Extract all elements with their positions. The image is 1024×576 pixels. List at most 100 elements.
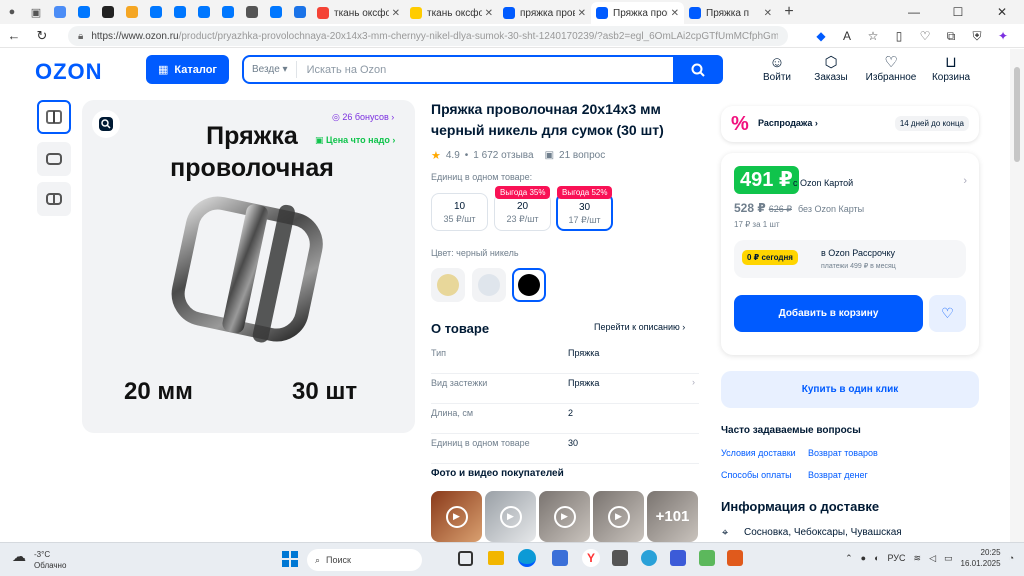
start-icon[interactable]: [282, 551, 298, 567]
taskbar-search[interactable]: ⌕ Поиск: [307, 549, 422, 571]
page-scrollbar[interactable]: [1010, 49, 1024, 542]
buyer-video-tile[interactable]: ▶: [431, 491, 482, 542]
battery-icon[interactable]: ▭: [944, 553, 953, 564]
pinned-tab[interactable]: [96, 0, 120, 24]
edge-icon[interactable]: [518, 549, 536, 567]
browser-tab[interactable]: Пряжка п ✕: [684, 2, 777, 24]
gallery-thumbnail[interactable]: [37, 182, 71, 216]
yandex-browser-icon[interactable]: Y: [582, 549, 600, 567]
buyer-video-tile[interactable]: ▶: [593, 491, 644, 542]
browser-tab[interactable]: ткань оксфорд✕: [312, 2, 405, 24]
app-icon[interactable]: [641, 550, 657, 566]
pinned-tab[interactable]: [72, 0, 96, 24]
add-to-cart-button[interactable]: Добавить в корзину: [734, 295, 923, 332]
product-main-image[interactable]: ◎ 26 бонусов › ▣ Цена что надо › Пряжка …: [82, 100, 415, 433]
chevron-up-icon[interactable]: ⌃: [845, 553, 853, 564]
buyer-video-tile[interactable]: ▶: [485, 491, 536, 542]
pinned-tab[interactable]: [240, 0, 264, 24]
search-button[interactable]: [673, 55, 723, 84]
tab-actions-icon[interactable]: ▣: [24, 0, 48, 24]
gallery-thumbnail[interactable]: [37, 142, 71, 176]
read-aloud-icon[interactable]: A: [834, 29, 860, 43]
app-icon[interactable]: [727, 550, 743, 566]
search-scope-dropdown[interactable]: Везде ▾: [244, 61, 297, 78]
split-screen-icon[interactable]: ▯: [886, 29, 912, 43]
buyer-video-tile[interactable]: ▶: [539, 491, 590, 542]
favorites-icon[interactable]: ♡: [912, 29, 938, 43]
chevron-right-icon[interactable]: ›: [692, 377, 695, 387]
header-heart-button[interactable]: ♡ Избранное: [858, 54, 924, 83]
pinned-tab[interactable]: [216, 0, 240, 24]
wifi-icon[interactable]: ≋: [914, 553, 922, 564]
app-icon[interactable]: [699, 550, 715, 566]
copilot-icon[interactable]: ✦: [990, 29, 1016, 43]
app-icon[interactable]: [670, 550, 686, 566]
profile-icon[interactable]: ●: [0, 0, 24, 24]
header-box-button[interactable]: ⬡ Заказы: [804, 54, 858, 83]
clock[interactable]: 20:25 16.01.2025: [961, 547, 1001, 569]
extension-icon[interactable]: ◆: [808, 29, 834, 43]
sale-banner[interactable]: % Распродажа › 14 дней до конца: [721, 106, 979, 142]
volume-icon[interactable]: ◁: [929, 553, 936, 564]
qty-option[interactable]: 10 35 ₽/шт: [431, 193, 488, 231]
tab-close-icon[interactable]: ✕: [485, 8, 493, 19]
favorite-star-icon[interactable]: ☆: [860, 29, 886, 43]
more-photos-tile[interactable]: +101: [647, 491, 698, 542]
pinned-tab[interactable]: [120, 0, 144, 24]
browser-tab[interactable]: пряжка провол✕: [498, 2, 591, 24]
shield-icon[interactable]: ⛨: [964, 29, 990, 44]
maximize-icon[interactable]: ☐: [936, 0, 980, 24]
back-icon[interactable]: ←: [0, 28, 28, 43]
faq-link-refund[interactable]: Возврат денег: [808, 470, 868, 480]
scrollbar-thumb[interactable]: [1014, 67, 1020, 162]
pinned-tab[interactable]: [144, 0, 168, 24]
minimize-icon[interactable]: —: [892, 0, 936, 24]
ozon-logo[interactable]: OZON: [35, 59, 103, 85]
tray-app-icon[interactable]: ◐: [874, 553, 879, 563]
pinned-tab[interactable]: [48, 0, 72, 24]
reviews-count[interactable]: 1 672 отзыва: [473, 150, 533, 161]
color-swatch[interactable]: [472, 268, 506, 302]
questions-count[interactable]: 21 вопрос: [559, 150, 605, 161]
catalog-button[interactable]: ▦ Каталог: [146, 55, 229, 84]
pinned-tab[interactable]: [264, 0, 288, 24]
installment-offer[interactable]: 0 ₽ сегодня в Ozon Рассрочку платежи 499…: [734, 240, 966, 278]
refresh-icon[interactable]: ↻: [28, 28, 56, 44]
pinned-tab[interactable]: [192, 0, 216, 24]
chevron-right-icon[interactable]: ›: [963, 175, 967, 187]
header-cart-button[interactable]: ⊔ Корзина: [924, 54, 978, 83]
tab-close-icon[interactable]: ✕: [764, 8, 772, 19]
header-user-button[interactable]: ☺ Войти: [750, 54, 804, 83]
browser-tab[interactable]: Пряжка пров ✕: [591, 2, 684, 24]
gallery-thumbnail[interactable]: [37, 100, 71, 134]
tab-close-icon[interactable]: ✕: [671, 8, 679, 19]
buy-one-click-button[interactable]: Купить в один клик: [721, 371, 979, 408]
pinned-tab[interactable]: [168, 0, 192, 24]
notifications-icon[interactable]: ◔: [1009, 553, 1014, 563]
faq-link-delivery[interactable]: Условия доставки: [721, 448, 796, 458]
browser-tab[interactable]: ткань оксфорд✕: [405, 2, 498, 24]
delivery-city[interactable]: Сосновка, Чебоксары, Чувашская: [744, 527, 902, 538]
language-indicator[interactable]: РУС: [888, 553, 906, 563]
pinned-tab[interactable]: [288, 0, 312, 24]
url-field[interactable]: 🔒︎ https://www.ozon.ru/product/pryazhka-…: [68, 26, 788, 46]
tab-close-icon[interactable]: ✕: [392, 8, 400, 19]
close-icon[interactable]: ✕: [980, 0, 1024, 24]
new-tab-button[interactable]: +: [777, 3, 801, 21]
tab-close-icon[interactable]: ✕: [578, 8, 586, 19]
color-swatch[interactable]: [431, 268, 465, 302]
search-input[interactable]: Искать на Ozon: [297, 64, 673, 76]
similar-search-icon[interactable]: [92, 110, 120, 138]
color-swatch[interactable]: [512, 268, 546, 302]
tray-app-icon[interactable]: ●: [861, 553, 866, 563]
task-view-icon[interactable]: [458, 551, 473, 566]
collections-icon[interactable]: ⧉: [938, 29, 964, 44]
rating-row[interactable]: ★ 4.9 • 1 672 отзыва ▣ 21 вопрос: [431, 149, 605, 162]
faq-link-returns[interactable]: Возврат товаров: [808, 448, 878, 458]
faq-link-payment[interactable]: Способы оплаты: [721, 470, 792, 480]
store-icon[interactable]: [552, 550, 568, 566]
explorer-icon[interactable]: [488, 551, 504, 565]
calculator-icon[interactable]: [612, 550, 628, 566]
favorite-heart-icon[interactable]: ♡: [929, 295, 966, 332]
go-to-description-link[interactable]: Перейти к описанию ›: [594, 322, 685, 332]
